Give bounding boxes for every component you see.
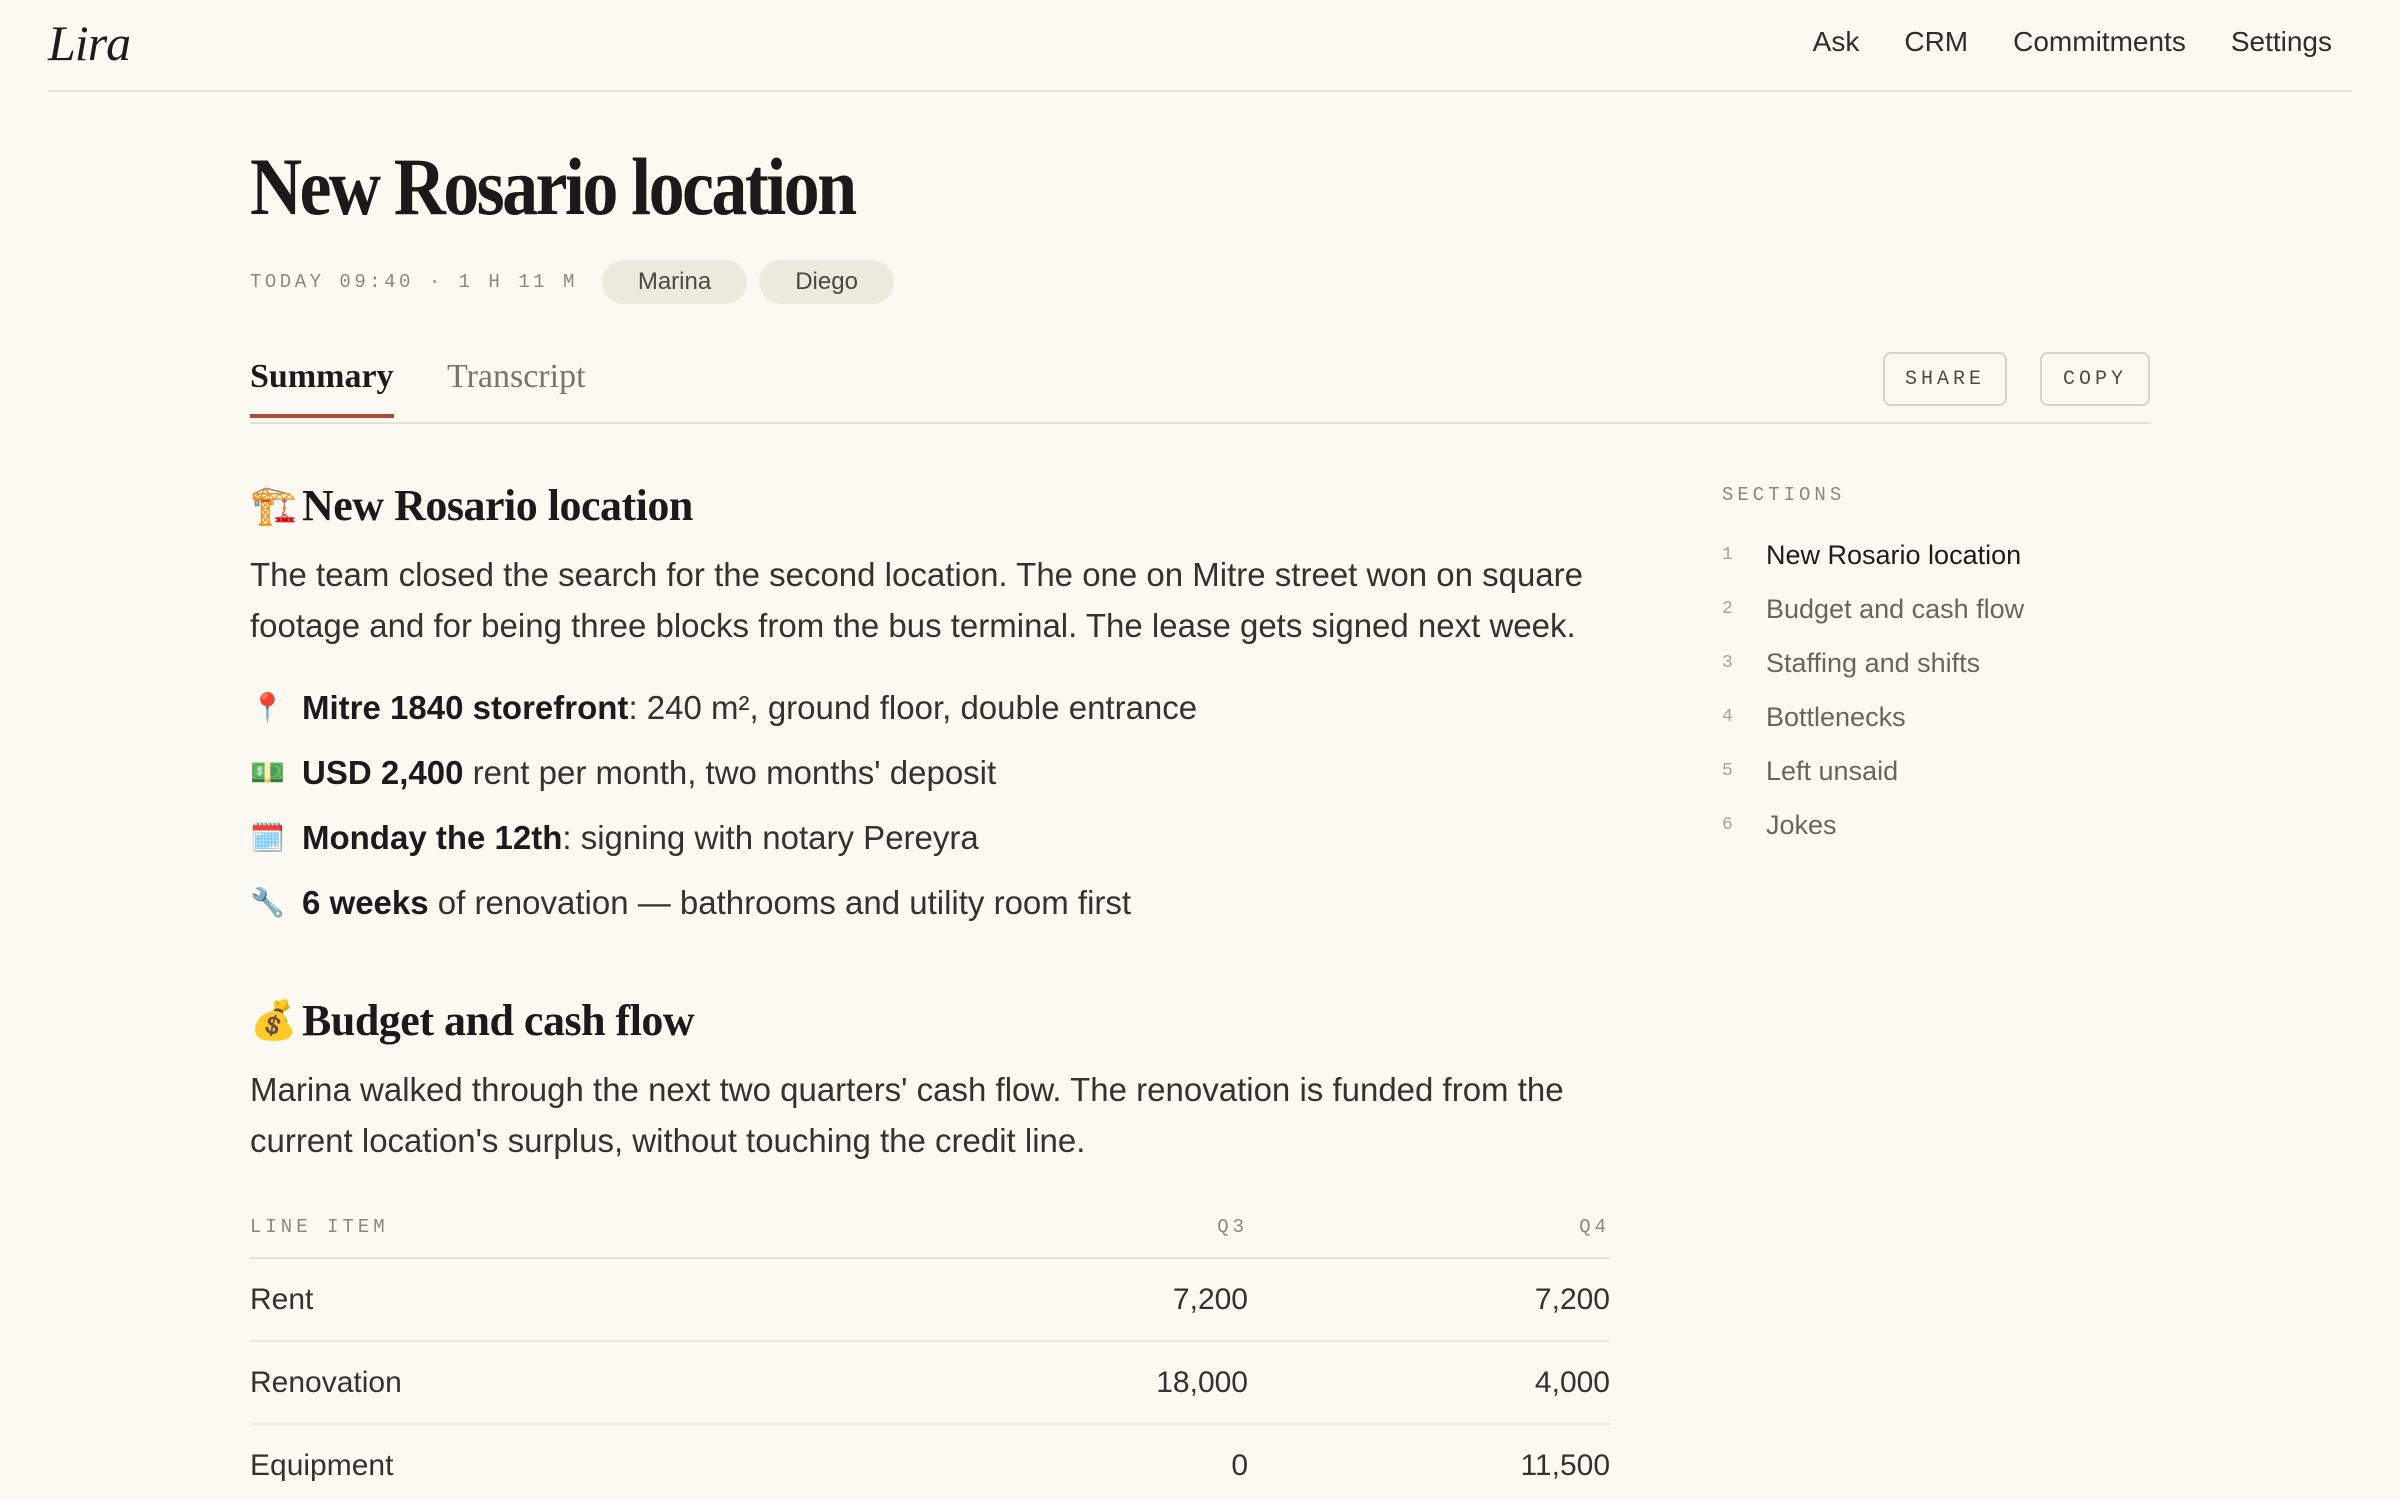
location-pin-icon: 📍 (250, 692, 285, 723)
toc-label: Jokes (1766, 809, 1837, 840)
toc-number: 5 (1722, 761, 1733, 781)
summary-content: 🏗️ New Rosario location The team closed … (250, 480, 1610, 1500)
toc-number: 2 (1722, 599, 1733, 619)
bullet-bold: 6 weeks (302, 883, 429, 921)
bullet-list: 📍 Mitre 1840 storefront: 240 m², ground … (250, 675, 1610, 935)
meeting-meta: TODAY 09:40 · 1 H 11 M Marina Diego (250, 260, 906, 304)
table-row: Renovation 18,000 4,000 (250, 1341, 1610, 1425)
toc-label: Budget and cash flow (1766, 593, 2025, 624)
column-header-q3: Q3 (871, 1196, 1248, 1259)
toc-label: Bottlenecks (1766, 701, 1906, 732)
view-tabs: Summary Transcript SHARE COPY (250, 348, 2150, 424)
calendar-icon: 🗓️ (250, 822, 285, 853)
section-paragraph: Marina walked through the next two quart… (250, 1071, 1564, 1159)
table-cell: Renovation (250, 1341, 872, 1425)
toc-item-left-unsaid[interactable]: 5 Left unsaid (1722, 744, 2202, 798)
table-cell: 18,000 (871, 1341, 1248, 1425)
toc-item-jokes[interactable]: 6 Jokes (1722, 798, 2202, 852)
bullet-bold: Mitre 1840 storefront (302, 688, 629, 726)
bullet-bold: USD 2,400 (302, 753, 464, 791)
section-toc: 1 New Rosario location 2 Budget and cash… (1722, 528, 2202, 852)
tab-transcript[interactable]: Transcript (447, 358, 586, 396)
toc-item-new-rosario-location[interactable]: 1 New Rosario location (1722, 528, 2202, 582)
table-cell: Rent (250, 1258, 872, 1342)
table-cell: 7,200 (871, 1258, 1248, 1342)
nav-settings[interactable]: Settings (2231, 26, 2332, 58)
table-row: Equipment 0 11,500 (250, 1424, 1610, 1500)
dollar-banknote-icon: 💵 (250, 757, 285, 788)
nav-ask[interactable]: Ask (1813, 26, 1860, 58)
sidebar-title: SECTIONS (1722, 484, 1846, 506)
section-heading: 🏗️ New Rosario location (250, 480, 1610, 531)
meeting-summary-page: Lira Ask CRM Commitments Settings New Ro… (0, 0, 2400, 1500)
table-row: Rent 7,200 7,200 (250, 1258, 1610, 1342)
bullet-text: : 240 m², ground floor, double entrance (628, 688, 1198, 726)
main-nav: Ask CRM Commitments Settings (1813, 26, 2332, 58)
participant-chip-diego[interactable]: Diego (759, 260, 894, 304)
nav-commitments[interactable]: Commitments (2013, 26, 2186, 58)
column-header-line-item: LINE ITEM (250, 1196, 872, 1259)
construction-crane-icon: 🏗️ (250, 484, 297, 527)
section-new-rosario-location: 🏗️ New Rosario location The team closed … (250, 480, 1610, 935)
wrench-icon: 🔧 (250, 887, 285, 918)
section-budget-and-cash-flow: 💰 Budget and cash flow Marina walked thr… (250, 995, 1610, 1500)
bullet-text: of renovation — bathrooms and utility ro… (428, 883, 1132, 921)
table-cell: 7,200 (1248, 1258, 1610, 1342)
tab-summary[interactable]: Summary (250, 358, 394, 418)
table-header-row: LINE ITEM Q3 Q4 (250, 1196, 1610, 1259)
toc-label: Staffing and shifts (1766, 647, 1981, 678)
table-cell: 4,000 (1248, 1341, 1610, 1425)
list-item: 💵 USD 2,400 rent per month, two months' … (250, 740, 1610, 805)
bullet-bold: Monday the 12th (302, 818, 563, 856)
list-item: 📍 Mitre 1840 storefront: 240 m², ground … (250, 675, 1610, 740)
section-heading: 💰 Budget and cash flow (250, 995, 1610, 1046)
bullet-text: : signing with notary Pereyra (562, 818, 979, 856)
top-nav-bar: Lira Ask CRM Commitments Settings (48, 0, 2352, 92)
share-button[interactable]: SHARE (1883, 352, 2007, 406)
toc-item-bottlenecks[interactable]: 4 Bottlenecks (1722, 690, 2202, 744)
toc-number: 3 (1722, 653, 1733, 673)
toc-number: 6 (1722, 815, 1733, 835)
page-title: New Rosario location (250, 141, 857, 232)
sections-sidebar: SECTIONS 1 New Rosario location 2 Budget… (1722, 484, 2202, 852)
section-paragraph: The team closed the search for the secon… (250, 556, 1583, 644)
table-cell: 0 (871, 1424, 1248, 1500)
nav-crm[interactable]: CRM (1904, 26, 1968, 58)
table-cell: Equipment (250, 1424, 872, 1500)
toc-item-budget-and-cash-flow[interactable]: 2 Budget and cash flow (1722, 582, 2202, 636)
participant-chip-marina[interactable]: Marina (601, 260, 748, 304)
app-logo[interactable]: Lira (48, 14, 131, 72)
money-bag-icon: 💰 (250, 999, 297, 1042)
list-item: 🗓️ Monday the 12th: signing with notary … (250, 805, 1610, 870)
toc-label: Left unsaid (1766, 755, 1899, 786)
meeting-time-duration: TODAY 09:40 · 1 H 11 M (250, 271, 578, 293)
copy-button[interactable]: COPY (2040, 352, 2150, 406)
column-header-q4: Q4 (1248, 1196, 1610, 1259)
list-item: 🔧 6 weeks of renovation — bathrooms and … (250, 870, 1610, 935)
table-cell: 11,500 (1248, 1424, 1610, 1500)
budget-table: LINE ITEM Q3 Q4 Rent 7,200 7,200 Renovat… (250, 1196, 1610, 1500)
toc-number: 1 (1722, 545, 1733, 565)
bullet-text: rent per month, two months' deposit (463, 753, 997, 791)
toc-label: New Rosario location (1766, 539, 2022, 570)
section-heading-text: New Rosario location (302, 481, 693, 530)
toc-number: 4 (1722, 707, 1733, 727)
toc-item-staffing-and-shifts[interactable]: 3 Staffing and shifts (1722, 636, 2202, 690)
section-heading-text: Budget and cash flow (302, 996, 695, 1045)
